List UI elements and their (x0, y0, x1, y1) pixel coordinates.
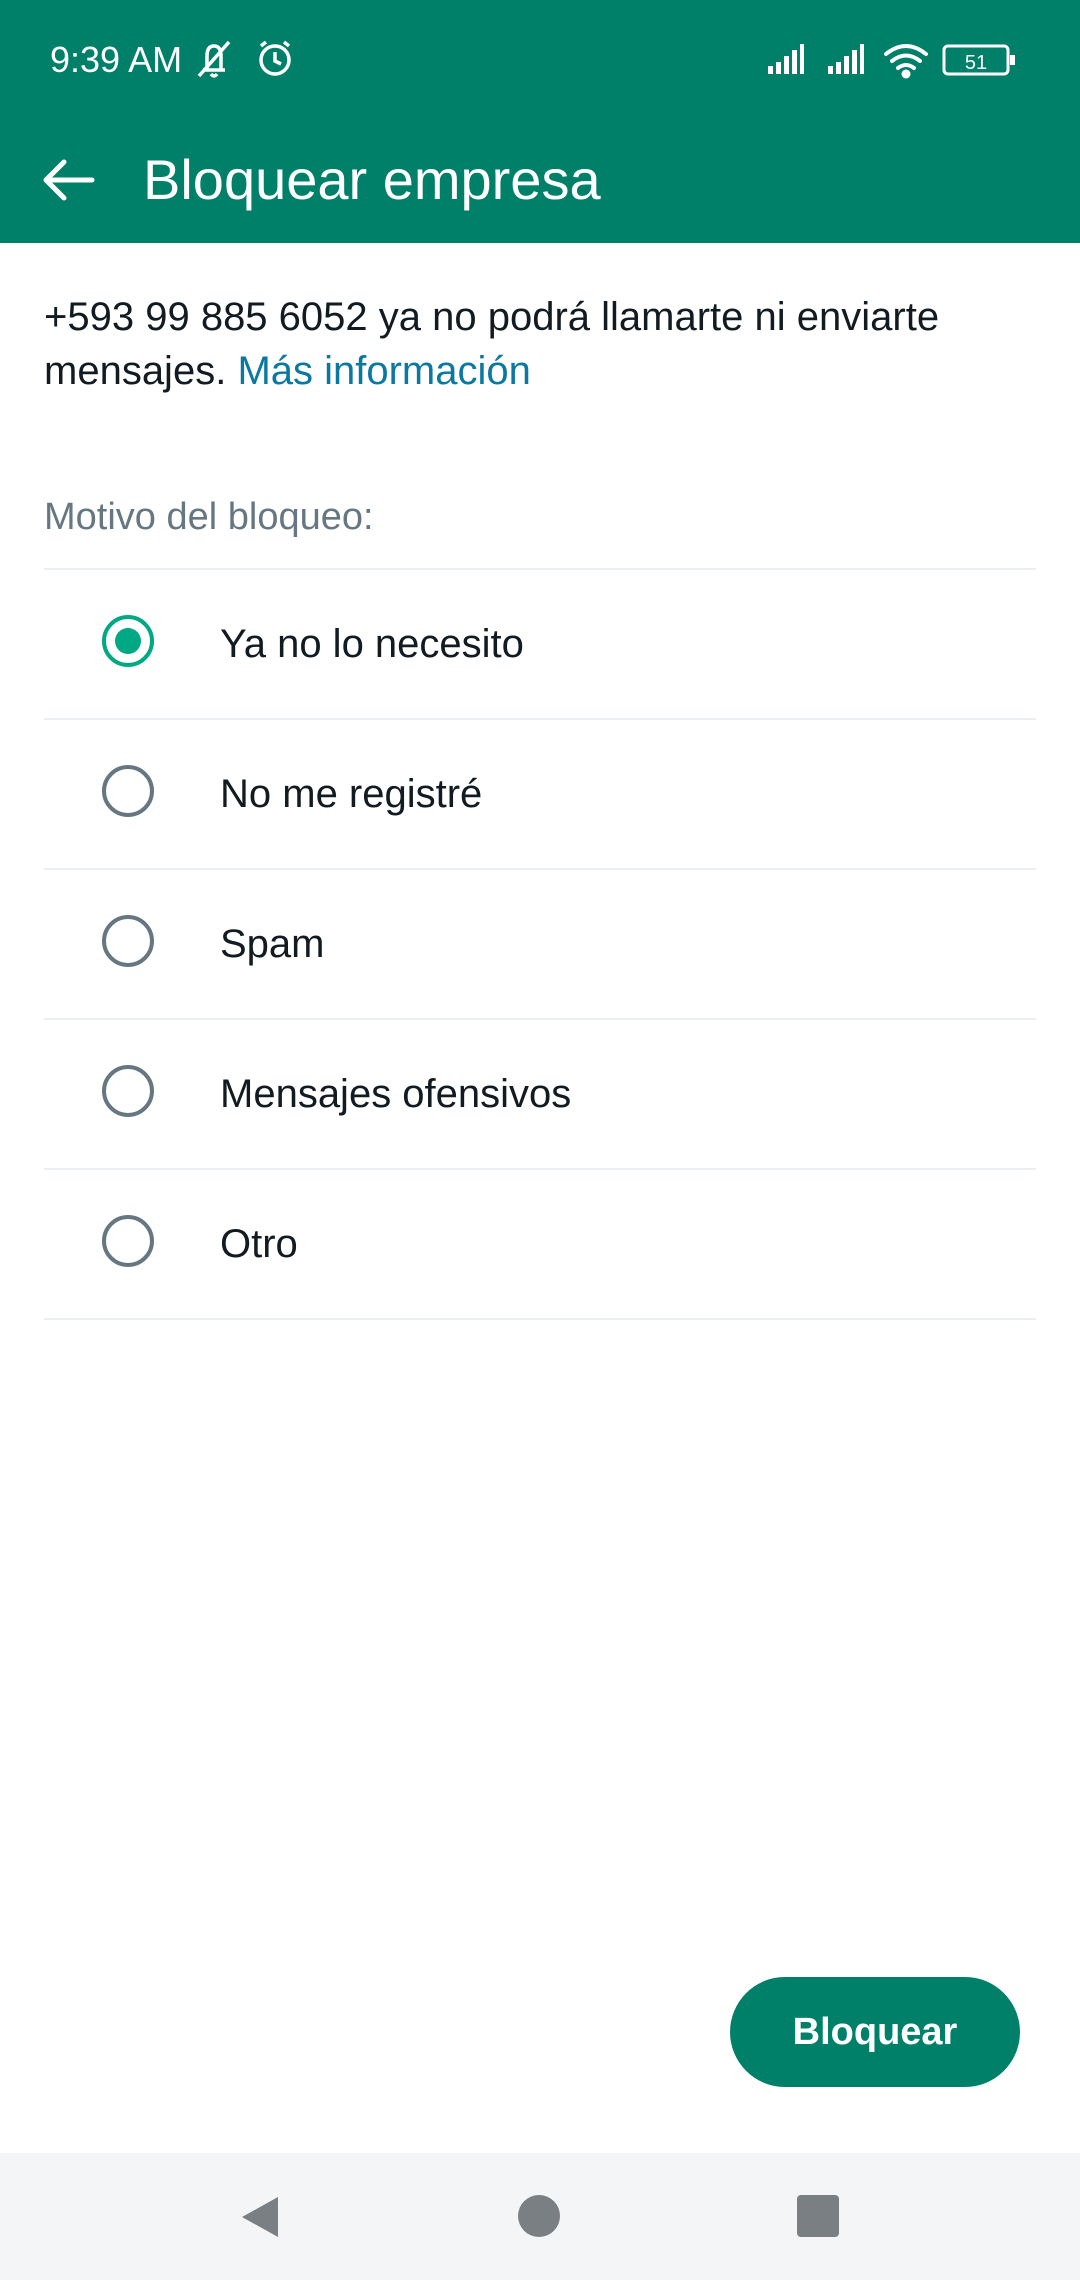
battery-level: 51 (965, 52, 987, 74)
nav-recents-icon[interactable] (797, 2195, 839, 2237)
option-label: Ya no lo necesito (220, 622, 524, 666)
notifications-muted-icon (197, 40, 231, 78)
back-button[interactable] (32, 140, 112, 220)
status-time: 9:39 AM (50, 39, 183, 80)
page-title: Bloquear empresa (143, 148, 601, 211)
nav-home-icon[interactable] (518, 2195, 560, 2237)
reason-label: Motivo del bloqueo: (44, 496, 374, 538)
block-description: +593 99 885 6052 ya no podrá llamarte ni… (44, 290, 1044, 398)
system-nav-bar (0, 2153, 1080, 2280)
status-bar: 9:39 AM 51 (0, 0, 1080, 117)
status-right-icons: 51 (768, 44, 1015, 79)
option-label: Mensajes ofensivos (220, 1072, 572, 1116)
reason-option-spam[interactable]: Spam (44, 868, 1036, 1018)
radio-unselected[interactable] (102, 765, 154, 817)
block-button[interactable]: Bloquear (730, 1977, 1020, 2087)
status-left-icons (197, 40, 291, 78)
radio-unselected[interactable] (102, 1065, 154, 1117)
signal-icon (828, 44, 864, 74)
signal-icon (768, 44, 804, 74)
option-label: No me registré (220, 772, 483, 816)
radio-unselected[interactable] (102, 915, 154, 967)
arrow-left-icon (43, 159, 95, 201)
radio-unselected[interactable] (102, 1215, 154, 1267)
reason-option-not-registered[interactable]: No me registré (44, 718, 1036, 868)
nav-back-icon[interactable] (238, 2193, 282, 2241)
app-bar: Bloquear empresa (0, 117, 1080, 243)
wifi-icon (884, 44, 928, 79)
reason-option-other[interactable]: Otro (44, 1168, 1036, 1320)
reason-options: Ya no lo necesito No me registré Spam Me… (44, 568, 1036, 1320)
reason-option-offensive[interactable]: Mensajes ofensivos (44, 1018, 1036, 1168)
radio-selected[interactable] (102, 615, 154, 667)
more-info-link[interactable]: Más información (237, 349, 530, 393)
option-label: Spam (220, 922, 325, 966)
option-label: Otro (220, 1222, 298, 1266)
reason-option-not-needed[interactable]: Ya no lo necesito (44, 568, 1036, 718)
alarm-icon (259, 40, 291, 76)
